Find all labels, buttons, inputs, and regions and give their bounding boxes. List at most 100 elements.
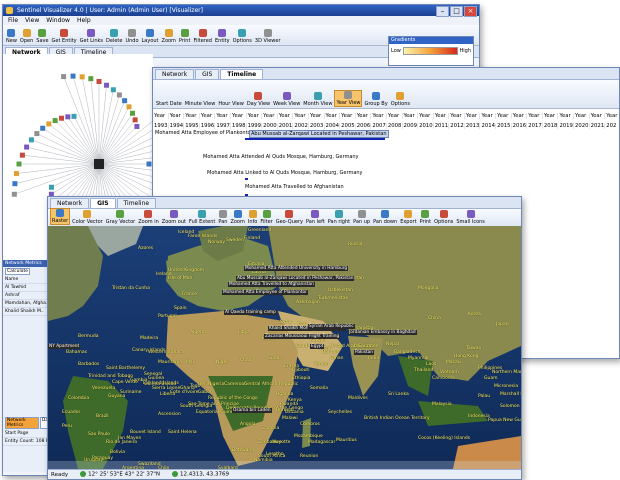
layout-button[interactable]: Layout [141, 29, 160, 44]
delete-button[interactable]: Delete [105, 29, 123, 44]
network-node[interactable] [96, 79, 102, 84]
options-button[interactable]: Options [232, 29, 253, 44]
network-node[interactable] [88, 76, 94, 82]
tab-timeline[interactable]: Timeline [220, 69, 264, 79]
save-button[interactable]: Save [35, 29, 49, 44]
gray-vector-button[interactable]: Gray Vector [105, 210, 136, 225]
tab-gis[interactable]: GIS [195, 69, 220, 79]
tab-timeline[interactable]: Timeline [116, 198, 157, 208]
week-view-button[interactable]: Week View [272, 92, 301, 107]
pan-right-button[interactable]: Pan right [327, 210, 351, 225]
timeline-event[interactable]: Mohamed Atta Travelled to Afghanistan [245, 184, 344, 190]
network-node[interactable] [70, 73, 76, 79]
tab-network[interactable]: Network [50, 198, 90, 208]
network-node[interactable] [28, 137, 34, 143]
close-button[interactable]: × [464, 6, 477, 17]
pan-button[interactable]: Pan [217, 210, 228, 225]
network-hub-node[interactable] [94, 159, 104, 169]
undo-button[interactable]: Undo [124, 29, 139, 44]
timeline-bar[interactable] [245, 138, 385, 140]
network-node[interactable] [71, 113, 77, 119]
network-node[interactable] [110, 87, 116, 93]
maximize-button[interactable]: □ [450, 6, 463, 17]
small-icons-button[interactable]: Small Icons [455, 210, 486, 225]
timeline-event[interactable]: Mohamed Atta Attended Al Quds Mosque, Ha… [203, 154, 359, 160]
zoom-button[interactable]: Zoom [229, 210, 245, 225]
network-node[interactable] [12, 181, 18, 187]
map-event-label[interactable]: NY Apartment [48, 344, 81, 349]
zoom-out-button[interactable]: Zoom out [161, 210, 187, 225]
network-node[interactable] [130, 110, 136, 116]
map-event-label[interactable]: Abu Mussab al-Zarqawi Located in Peshawa… [236, 276, 355, 281]
day-view-button[interactable]: Day View [246, 92, 271, 107]
tab-network[interactable]: Network [155, 69, 195, 79]
minute-view-button[interactable]: Minute View [184, 101, 217, 107]
network-node[interactable] [132, 117, 138, 123]
network-node[interactable] [11, 191, 17, 197]
options-button[interactable]: Options [390, 92, 411, 107]
network-node[interactable] [61, 74, 67, 80]
gradient-bar[interactable] [402, 47, 458, 55]
network-node[interactable] [126, 104, 132, 110]
options-button[interactable]: Options [433, 210, 454, 225]
network-node[interactable] [16, 161, 22, 167]
menu-view[interactable]: View [25, 16, 39, 25]
pan-up-button[interactable]: Pan up [352, 210, 371, 225]
network-node[interactable] [24, 144, 30, 150]
filter-button[interactable]: Filter [259, 210, 273, 225]
hour-view-button[interactable]: Hour View [217, 101, 245, 107]
group-by-button[interactable]: Group By [363, 92, 388, 107]
map-event-label[interactable]: Pakistan [354, 350, 374, 355]
menu-window[interactable]: Window [46, 16, 70, 25]
full-extent-button[interactable]: Full Extent [188, 210, 216, 225]
world-map[interactable]: Faroe Islands Norway Sweden Finland Russia Un… [48, 226, 521, 469]
menu-file[interactable]: File [8, 16, 18, 25]
network-node[interactable] [48, 184, 54, 190]
calculate-button[interactable]: Calculate [5, 268, 31, 275]
network-node[interactable] [116, 92, 122, 98]
get-entity-button[interactable]: Get Entity [51, 29, 78, 44]
network-node[interactable] [146, 161, 152, 167]
map-event-label[interactable]: Mohamed Atta Attended University in Hamb… [244, 266, 349, 271]
network-node[interactable] [79, 74, 85, 80]
map-event-label[interactable]: Egypt [310, 344, 325, 349]
pan-down-button[interactable]: Pan down [372, 210, 398, 225]
minimize-button[interactable]: – [436, 6, 449, 17]
timeline-event[interactable]: Mohamed Atta Linked to Al Quds Mosque, H… [207, 170, 363, 176]
timeline-bar[interactable] [245, 178, 248, 180]
network-node[interactable] [34, 131, 40, 137]
year-view-button[interactable]: Year View [334, 90, 363, 107]
filtered-button[interactable]: Filtered [192, 29, 213, 44]
raster-button[interactable]: Raster [50, 208, 71, 225]
pan-left-button[interactable]: Pan left [305, 210, 326, 225]
get-links-button[interactable]: Get Links [79, 29, 104, 44]
map-event-label[interactable]: Jordanian Embassy in Baghdad [348, 330, 417, 335]
network-node[interactable] [52, 118, 58, 124]
print-button[interactable]: Print [419, 210, 433, 225]
new-button[interactable]: New [5, 29, 18, 44]
network-node[interactable] [122, 98, 128, 104]
start-date-button[interactable]: Start Date [155, 101, 183, 107]
zoom-in-button[interactable]: Zoom in [137, 210, 160, 225]
menu-help[interactable]: Help [77, 16, 91, 25]
network-node[interactable] [59, 115, 65, 121]
map-event-label[interactable]: Zacarias Moussaoui Flight Training [264, 334, 341, 339]
timeline-event[interactable]: Abu Mussab al-Zarqawi Located in Peshawa… [249, 130, 389, 138]
tab-gis[interactable]: GIS [90, 198, 116, 208]
network-node[interactable] [65, 114, 71, 120]
timeline-event[interactable]: Mohamed Atta Employee of Plankontor [155, 130, 253, 136]
color-vector-button[interactable]: Color Vector [71, 210, 104, 225]
export-button[interactable]: Export [399, 210, 417, 225]
map-event-label[interactable]: Syrian Arab Republic [308, 324, 355, 329]
geo-query-button[interactable]: Geo-Query [275, 210, 304, 225]
map-event-label[interactable]: Mohamed Atta Employee of Plankontor [222, 290, 308, 295]
map-event-label[interactable]: Osama bin Laden [232, 408, 272, 413]
network-node[interactable] [40, 125, 46, 131]
zoom-button[interactable]: Zoom [161, 29, 177, 44]
network-node[interactable] [46, 121, 52, 127]
3d-viewer-button[interactable]: 3D Viewer [254, 29, 282, 44]
entity-button[interactable]: Entity [214, 29, 231, 44]
network-node[interactable] [104, 82, 110, 88]
month-view-button[interactable]: Month View [302, 92, 333, 107]
tab-network-metrics[interactable]: Network Metrics [5, 417, 39, 429]
